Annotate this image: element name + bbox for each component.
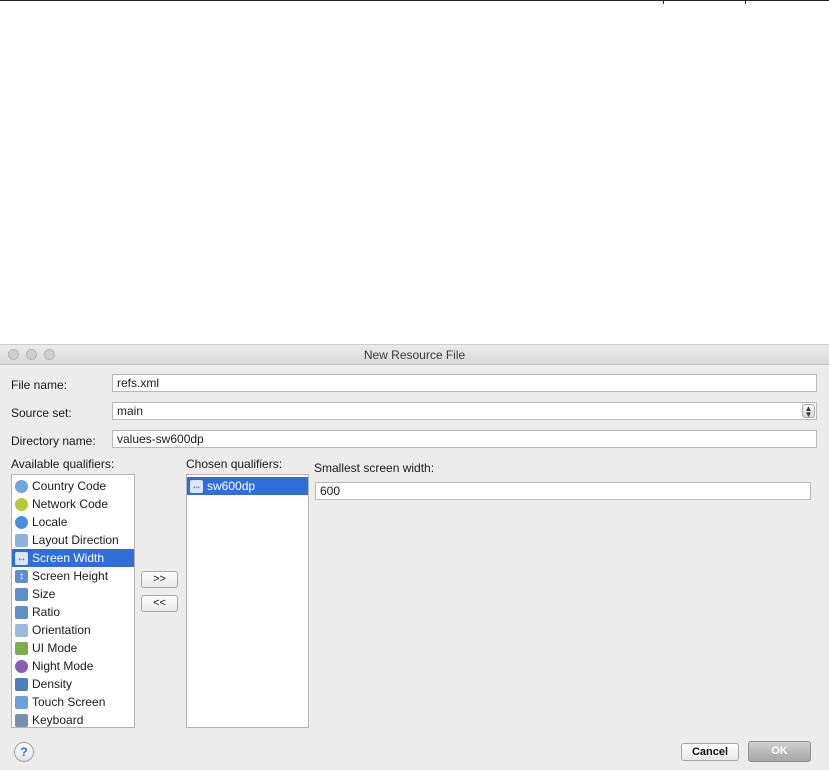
available-qualifier-label: Country Code bbox=[32, 479, 107, 493]
source-set-value: main bbox=[117, 404, 144, 418]
available-qualifier-label: Night Mode bbox=[32, 659, 94, 673]
available-qualifier-item[interactable]: Night Mode bbox=[12, 657, 134, 675]
chosen-qualifiers-label: Chosen qualifiers: bbox=[186, 457, 283, 471]
available-qualifier-item[interactable]: UI Mode bbox=[12, 639, 134, 657]
screen-width-icon: ↔ bbox=[190, 479, 203, 493]
source-set-select[interactable]: main ▲ ▼ bbox=[112, 402, 817, 420]
available-qualifier-item[interactable]: ↔ Screen Width bbox=[12, 549, 134, 567]
available-qualifier-item[interactable]: Country Code bbox=[12, 477, 134, 495]
new-resource-file-dialog: New Resource File File name: refs.xml So… bbox=[0, 344, 829, 770]
density-icon bbox=[15, 677, 28, 691]
screen-height-icon: ↕ bbox=[15, 569, 28, 583]
chosen-qualifiers-list[interactable]: ↔ sw600dp bbox=[186, 474, 309, 728]
locale-icon bbox=[15, 515, 28, 529]
available-qualifier-label: Density bbox=[32, 677, 73, 691]
available-qualifier-item[interactable]: Network Code bbox=[12, 495, 134, 513]
available-qualifier-label: UI Mode bbox=[32, 641, 78, 655]
help-button[interactable]: ? bbox=[14, 742, 34, 762]
available-qualifiers-list[interactable]: Country Code Network Code Locale Layout … bbox=[11, 474, 135, 728]
available-qualifier-item[interactable]: Orientation bbox=[12, 621, 134, 639]
window-title: New Resource File bbox=[363, 348, 466, 362]
available-qualifiers-label: Available qualifiers: bbox=[11, 457, 115, 471]
title-bar[interactable]: New Resource File bbox=[0, 345, 829, 365]
chosen-qualifier-item[interactable]: ↔ sw600dp bbox=[187, 477, 308, 495]
available-qualifier-item[interactable]: Touch Screen bbox=[12, 693, 134, 711]
night-mode-icon bbox=[15, 659, 28, 673]
network-code-icon bbox=[15, 497, 28, 511]
available-qualifier-label: Orientation bbox=[32, 623, 91, 637]
available-qualifier-label: Ratio bbox=[32, 605, 61, 619]
available-qualifier-label: Touch Screen bbox=[32, 695, 106, 709]
available-qualifier-label: Screen Height bbox=[32, 569, 109, 583]
chevron-up-down-icon[interactable]: ▲ ▼ bbox=[802, 404, 815, 419]
keyboard-icon bbox=[15, 713, 28, 727]
orientation-icon bbox=[15, 623, 28, 637]
available-qualifier-item[interactable]: Size bbox=[12, 585, 134, 603]
ratio-icon bbox=[15, 605, 28, 619]
file-name-label: File name: bbox=[11, 378, 68, 392]
available-qualifier-item[interactable]: ↕ Screen Height bbox=[12, 567, 134, 585]
add-qualifier-button[interactable]: >> bbox=[141, 571, 178, 588]
available-qualifier-label: Keyboard bbox=[32, 713, 84, 727]
top-border-tick bbox=[745, 0, 746, 4]
available-qualifier-label: Network Code bbox=[32, 497, 109, 511]
remove-qualifier-button[interactable]: << bbox=[141, 595, 178, 612]
available-qualifier-label: Screen Width bbox=[32, 551, 105, 565]
file-name-input[interactable]: refs.xml bbox=[112, 374, 817, 392]
layout-direction-icon bbox=[15, 533, 28, 547]
top-border-line bbox=[0, 0, 829, 1]
available-qualifier-item[interactable]: Density bbox=[12, 675, 134, 693]
country-code-icon bbox=[15, 479, 28, 493]
source-set-label: Source set: bbox=[11, 406, 72, 420]
available-qualifier-item[interactable]: Layout Direction bbox=[12, 531, 134, 549]
screen-width-icon: ↔ bbox=[15, 551, 28, 565]
available-qualifier-label: Locale bbox=[32, 515, 68, 529]
available-qualifier-item[interactable]: Locale bbox=[12, 513, 134, 531]
ui-mode-icon bbox=[15, 641, 28, 655]
available-qualifier-item[interactable]: Ratio bbox=[12, 603, 134, 621]
directory-name-input[interactable]: values-sw600dp bbox=[112, 430, 817, 448]
available-qualifier-label: Size bbox=[32, 587, 56, 601]
size-icon bbox=[15, 587, 28, 601]
available-qualifier-label: Layout Direction bbox=[32, 533, 119, 547]
touch-screen-icon bbox=[15, 695, 28, 709]
top-border-tick bbox=[663, 0, 664, 4]
cancel-button[interactable]: Cancel bbox=[681, 743, 739, 761]
available-qualifier-item[interactable]: Keyboard bbox=[12, 711, 134, 727]
smallest-screen-width-input[interactable]: 600 bbox=[315, 482, 811, 500]
ok-button[interactable]: OK bbox=[748, 741, 811, 762]
smallest-screen-width-label: Smallest screen width: bbox=[314, 461, 435, 475]
chosen-qualifier-label: sw600dp bbox=[207, 479, 256, 493]
directory-name-label: Directory name: bbox=[11, 434, 96, 448]
